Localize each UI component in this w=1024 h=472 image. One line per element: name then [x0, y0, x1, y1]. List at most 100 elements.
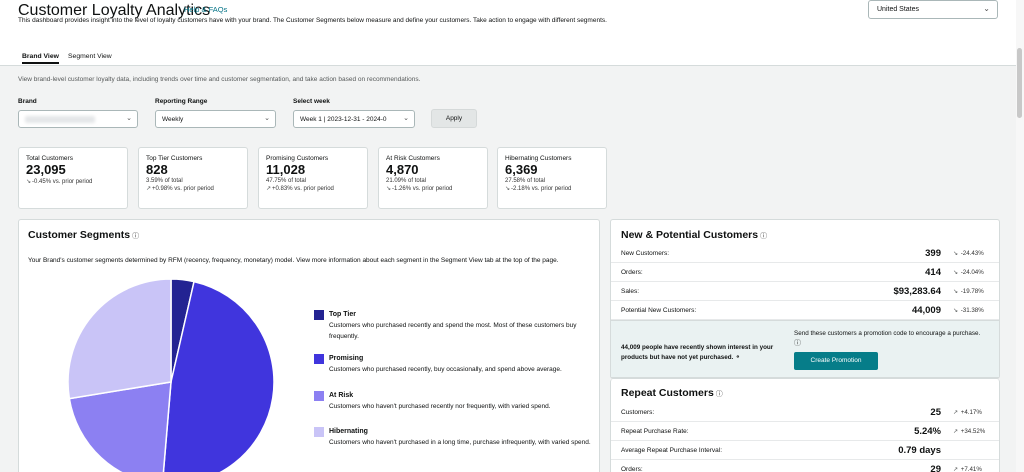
metric-trend: ↘ -31.38%: [953, 307, 984, 314]
metric-trend-text: -19.78%: [960, 288, 984, 295]
metric-value: 29: [930, 464, 941, 472]
page-description: This dashboard provides insight into the…: [18, 17, 607, 24]
metric-trend: ↗ +7.41%: [953, 466, 982, 472]
card-trend: ↗+0.83% vs. prior period: [266, 185, 360, 192]
metric-trend: ↘ -24.43%: [953, 250, 984, 257]
new-potential-title-text: New & Potential Customers: [621, 229, 759, 241]
card-value: 6,369: [505, 162, 538, 177]
metric-row: Sales: $93,283.64 ↘ -19.78%: [611, 282, 999, 301]
help-faq-link[interactable]: Help & FAQs: [184, 5, 227, 14]
metric-label: Repeat Purchase Rate:: [621, 428, 689, 435]
info-icon[interactable]: ⓘ: [716, 391, 723, 398]
range-select[interactable]: Weekly ⌄: [155, 110, 276, 128]
week-value: Week 1 | 2023-12-31 - 2024-0: [300, 116, 387, 123]
trend-down-icon: ↘: [953, 308, 960, 314]
card-trend: ↗+0.98% vs. prior period: [146, 185, 240, 192]
header: Customer Loyalty Analytics Help & FAQs T…: [0, 0, 1016, 48]
info-icon[interactable]: ⓘ: [760, 233, 767, 240]
summary-card[interactable]: At Risk Customers 4,870 21.09% of total ↘-1…: [378, 147, 488, 209]
metric-trend: ↗ +34.52%: [953, 428, 985, 435]
metric-value: 414: [925, 267, 941, 278]
brand-select[interactable]: ⌄: [18, 110, 138, 128]
card-trend-text: -1.26% vs. prior period: [392, 186, 453, 192]
trend-up-icon: ↗: [953, 467, 960, 472]
repeat-title-text: Repeat Customers: [621, 387, 714, 399]
legend-description: Customers who purchased recently and spe…: [329, 322, 577, 340]
trend-down-icon: ↘: [953, 251, 960, 257]
card-label: At Risk Customers: [386, 155, 440, 162]
card-trend-text: +0.98% vs. prior period: [152, 186, 214, 192]
chevron-down-icon: ⌄: [126, 115, 132, 122]
create-promotion-button[interactable]: Create Promotion: [794, 352, 878, 370]
card-share: 27.58% of total: [505, 178, 546, 184]
brand-value-redacted: [25, 116, 95, 123]
metric-trend: ↘ -19.78%: [953, 288, 984, 295]
metric-trend-text: +4.17%: [960, 409, 982, 416]
repeat-title: Repeat Customers ⓘ: [621, 387, 723, 399]
legend-name: At Risk: [329, 392, 354, 399]
card-label: Hibernating Customers: [505, 155, 572, 162]
card-value: 828: [146, 162, 168, 177]
card-trend: ↘-0.45% vs. prior period: [26, 178, 120, 185]
card-trend: ↘-1.26% vs. prior period: [386, 185, 480, 192]
metric-value: 399: [925, 248, 941, 259]
trend-up-icon: ↗: [953, 429, 960, 435]
legend-name: Top Tier: [329, 311, 356, 318]
trend-down-icon: ↘: [953, 289, 960, 295]
country-select[interactable]: United States ⌄: [868, 0, 998, 19]
metric-trend-text: -24.43%: [960, 250, 984, 257]
metric-trend-text: +7.41%: [960, 466, 982, 472]
metric-value: 0.79 days: [898, 445, 941, 456]
range-value: Weekly: [162, 116, 184, 123]
tab-bar: Brand View Segment View: [0, 48, 1016, 66]
card-share: 21.09% of total: [386, 178, 427, 184]
metric-value: 5.24%: [914, 426, 941, 437]
brand-label: Brand: [18, 98, 37, 105]
summary-card[interactable]: Hibernating Customers 6,369 27.58% of tota…: [497, 147, 607, 209]
promo-cta: Send these customers a promotion code to…: [794, 329, 994, 349]
country-value: United States: [877, 6, 920, 13]
metric-label: Average Repeat Purchase Interval:: [621, 447, 723, 454]
scrollbar-thumb[interactable]: [1017, 48, 1022, 118]
card-label: Total Customers: [26, 155, 73, 162]
new-potential-panel: New & Potential Customers ⓘ New Customers…: [610, 219, 1000, 379]
trend-up-icon: ↗: [146, 186, 152, 192]
view-description: View brand-level customer loyalty data, …: [18, 76, 421, 83]
week-select[interactable]: Week 1 | 2023-12-31 - 2024-0 ⌄: [293, 110, 415, 128]
summary-card[interactable]: Total Customers 23,095 ↘-0.45% vs. prior p…: [18, 147, 128, 209]
metric-row: Orders: 29 ↗ +7.41%: [611, 460, 999, 472]
legend-name: Promising: [329, 355, 364, 362]
promotion-callout: 44,009 people have recently shown intere…: [611, 320, 999, 378]
metric-label: Orders:: [621, 466, 643, 472]
card-value: 4,870: [386, 162, 419, 177]
chevron-down-icon: ⌄: [401, 114, 409, 122]
summary-card[interactable]: Promising Customers 11,028 47.75% of total…: [258, 147, 368, 209]
card-share: 47.75% of total: [266, 178, 307, 184]
metric-label: Orders:: [621, 269, 643, 276]
tab-segment-view[interactable]: Segment View: [68, 53, 112, 60]
new-potential-title: New & Potential Customers ⓘ: [621, 229, 767, 241]
customer-segments-panel: Customer Segments ⓘ Your Brand's customer…: [18, 219, 600, 472]
card-trend-text: -0.45% vs. prior period: [32, 179, 93, 185]
legend-swatch: [314, 310, 324, 320]
promo-note-text: 44,009 people have recently shown intere…: [621, 344, 774, 361]
chevron-down-icon: ⌄: [264, 115, 270, 122]
metric-value: 25: [930, 407, 941, 418]
card-trend-text: -2.18% vs. prior period: [511, 186, 572, 192]
promo-cta-text: Send these customers a promotion code to…: [794, 330, 981, 337]
legend-swatch: [314, 354, 324, 364]
legend-description: Customers who purchased recently, buy oc…: [329, 366, 562, 373]
metric-label: Customers:: [621, 409, 655, 416]
pie-slice-hibernating[interactable]: [67, 278, 172, 400]
chevron-down-icon: ⌄: [983, 4, 990, 13]
tab-brand-view[interactable]: Brand View: [22, 53, 59, 64]
summary-card[interactable]: Top Tier Customers 828 3.59% of total ↗+0.9…: [138, 147, 248, 209]
metric-row: Average Repeat Purchase Interval: 0.79 da…: [611, 441, 999, 460]
trend-down-icon: ↘: [953, 270, 960, 276]
apply-button[interactable]: Apply: [431, 109, 477, 128]
week-label: Select week: [293, 98, 330, 105]
card-trend: ↘-2.18% vs. prior period: [505, 185, 599, 192]
metric-row: Orders: 414 ↘ -24.04%: [611, 263, 999, 282]
info-icon[interactable]: ⓘ: [794, 340, 801, 347]
legend-description: Customers who haven't purchased in a lon…: [329, 439, 591, 446]
